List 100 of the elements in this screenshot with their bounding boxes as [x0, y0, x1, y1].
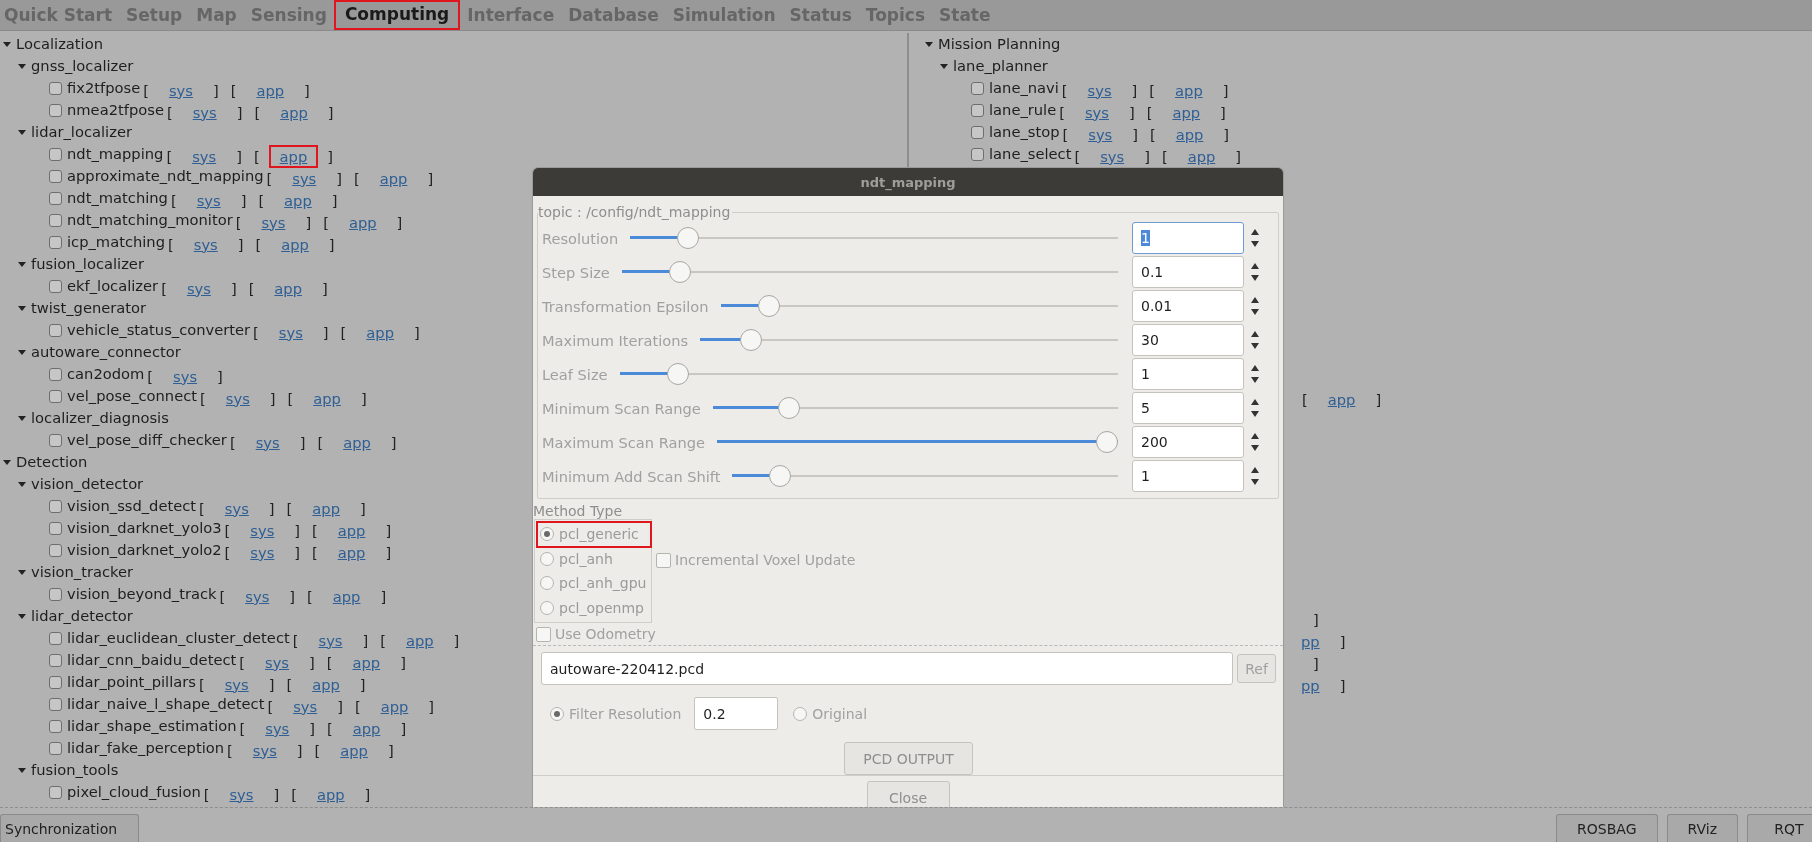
- tool-button[interactable]: RViz: [1666, 814, 1738, 842]
- number-field[interactable]: 30: [1132, 324, 1244, 356]
- radio-option[interactable]: pcl_openmp: [537, 595, 651, 620]
- spin-arrows-icon[interactable]: [1250, 465, 1260, 487]
- spin-arrows-icon[interactable]: [1250, 261, 1260, 283]
- link[interactable]: app: [352, 653, 381, 671]
- link[interactable]: app: [281, 235, 309, 253]
- checkbox[interactable]: [49, 543, 62, 557]
- link[interactable]: sys: [229, 785, 254, 803]
- slider-handle[interactable]: [777, 397, 800, 419]
- expander-icon[interactable]: [17, 259, 27, 269]
- spin-arrows-icon[interactable]: [1250, 295, 1260, 317]
- radio-button[interactable]: [540, 527, 554, 542]
- link[interactable]: app: [312, 499, 340, 517]
- link[interactable]: pp: [1301, 626, 1320, 650]
- link[interactable]: sys: [224, 499, 249, 517]
- tree-group-label[interactable]: gnss_localizer: [31, 57, 134, 75]
- checkbox[interactable]: [49, 521, 62, 535]
- checkbox[interactable]: [971, 147, 984, 161]
- checkbox[interactable]: [49, 631, 62, 645]
- checkbox[interactable]: [49, 279, 62, 293]
- link[interactable]: sys: [186, 279, 211, 297]
- slider[interactable]: [732, 465, 1118, 487]
- link[interactable]: app: [348, 213, 377, 231]
- expander-icon[interactable]: [17, 413, 27, 423]
- link[interactable]: sys: [250, 543, 275, 561]
- slider[interactable]: [621, 261, 1118, 283]
- expander-icon[interactable]: [2, 457, 12, 467]
- radio-option[interactable]: pcl_anh: [537, 546, 651, 571]
- link[interactable]: app: [284, 191, 312, 209]
- checkbox[interactable]: [49, 697, 62, 711]
- link[interactable]: app: [1327, 384, 1356, 408]
- slider[interactable]: [712, 397, 1118, 419]
- link[interactable]: sys: [1084, 103, 1109, 121]
- radio-button[interactable]: [540, 576, 554, 591]
- number-field[interactable]: 0.1: [1132, 256, 1244, 288]
- slider-handle[interactable]: [768, 465, 791, 487]
- link[interactable]: app: [312, 675, 340, 693]
- expander-icon[interactable]: [17, 303, 27, 313]
- link[interactable]: app: [337, 543, 366, 561]
- link[interactable]: sys: [250, 521, 275, 539]
- checkbox[interactable]: [49, 147, 62, 161]
- tree-group-label[interactable]: lane_planner: [953, 57, 1048, 75]
- spin-arrows-icon[interactable]: [1250, 363, 1260, 385]
- number-field[interactable]: 1: [1132, 222, 1244, 254]
- spin-arrows-icon[interactable]: [1250, 227, 1260, 249]
- slider-handle[interactable]: [667, 363, 690, 385]
- checkbox[interactable]: [49, 785, 62, 799]
- link[interactable]: sys: [245, 587, 270, 605]
- tree-group-label[interactable]: Detection: [16, 453, 88, 471]
- checkbox[interactable]: [49, 169, 62, 183]
- radio-option[interactable]: pcl_anh_gpu: [537, 571, 651, 596]
- tree-group-label[interactable]: vision_tracker: [31, 563, 134, 581]
- link[interactable]: sys: [192, 103, 217, 121]
- link[interactable]: app: [337, 521, 366, 539]
- expander-icon[interactable]: [924, 39, 934, 49]
- link[interactable]: app: [352, 719, 381, 737]
- checkbox[interactable]: [49, 103, 62, 117]
- number-field[interactable]: 5: [1132, 392, 1244, 424]
- checkbox[interactable]: [971, 81, 984, 95]
- expander-icon[interactable]: [17, 611, 27, 621]
- spin-arrows-icon[interactable]: [1250, 397, 1260, 419]
- number-field[interactable]: 200: [1132, 426, 1244, 458]
- slider[interactable]: [716, 431, 1118, 453]
- checkbox[interactable]: [49, 587, 62, 601]
- radio-button[interactable]: [540, 600, 554, 615]
- tree-group-label[interactable]: fusion_localizer: [31, 255, 144, 273]
- file-path-field[interactable]: autoware-220412.pcd: [541, 652, 1233, 685]
- tree-group-label[interactable]: lidar_detector: [31, 607, 133, 625]
- slider-handle[interactable]: [676, 227, 699, 249]
- spin-arrows-icon[interactable]: [1250, 431, 1260, 453]
- link[interactable]: app: [380, 697, 409, 715]
- tree-group-label[interactable]: localizer_diagnosis: [31, 409, 169, 427]
- slider-handle[interactable]: [739, 329, 762, 351]
- link[interactable]: app: [332, 587, 361, 605]
- checkbox[interactable]: [49, 235, 62, 249]
- link[interactable]: sys: [261, 213, 286, 231]
- expander-icon[interactable]: [17, 567, 27, 577]
- expander-icon[interactable]: [17, 765, 27, 775]
- link[interactable]: app: [366, 323, 394, 341]
- checkbox[interactable]: [49, 367, 62, 381]
- tree-group-label[interactable]: Mission Planning: [938, 35, 1061, 53]
- pcd-output-button[interactable]: PCD OUTPUT: [844, 742, 973, 775]
- expander-icon[interactable]: [17, 127, 27, 137]
- link[interactable]: app: [271, 147, 316, 165]
- synchronization-button[interactable]: Synchronization: [0, 814, 139, 842]
- link[interactable]: sys: [225, 389, 250, 407]
- radio-button[interactable]: [540, 551, 554, 566]
- checkbox[interactable]: [656, 552, 671, 568]
- slider[interactable]: [720, 295, 1118, 317]
- link[interactable]: sys: [252, 741, 277, 759]
- radio-option[interactable]: pcl_generic: [537, 522, 651, 547]
- number-field[interactable]: 0.01: [1132, 290, 1244, 322]
- radio-button[interactable]: [550, 706, 564, 721]
- expander-icon[interactable]: [17, 479, 27, 489]
- link[interactable]: sys: [173, 367, 198, 385]
- link[interactable]: sys: [255, 433, 280, 451]
- tree-group-label[interactable]: Localization: [16, 35, 103, 53]
- link[interactable]: app: [313, 389, 341, 407]
- link[interactable]: sys: [278, 323, 303, 341]
